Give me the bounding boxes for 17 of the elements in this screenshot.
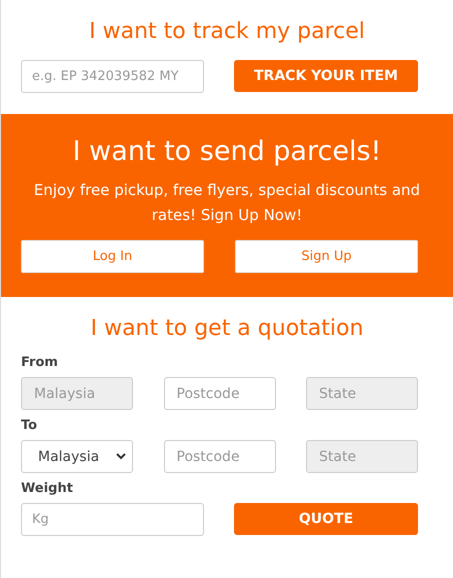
input-field[interactable]: Postcode (164, 377, 276, 410)
send-title: I want to send parcels! (72, 135, 382, 169)
field-label: To (20, 418, 38, 433)
quotation-title: I want to get a quotation (90, 315, 364, 343)
tracking-number-field[interactable]: e.g. EP 342039582 MY (21, 60, 204, 93)
signup-button[interactable]: Sign Up (235, 240, 418, 273)
track-title: I want to track my parcel (88, 18, 366, 46)
quote-button[interactable]: QUOTE (234, 503, 418, 535)
field-label: From (20, 355, 59, 370)
chevron-down-icon (116, 453, 126, 460)
country-select[interactable]: Malaysia (21, 440, 133, 473)
field-label: Weight (20, 481, 74, 496)
track-button[interactable]: TRACK YOUR ITEM (234, 60, 418, 92)
input-field[interactable]: Postcode (164, 440, 276, 473)
login-button[interactable]: Log In (21, 240, 204, 273)
send-text: Enjoy free pickup, free flyers, special discounts and rates! Sign Up Now! (32, 180, 422, 226)
weight-field[interactable]: Kg (21, 503, 204, 536)
